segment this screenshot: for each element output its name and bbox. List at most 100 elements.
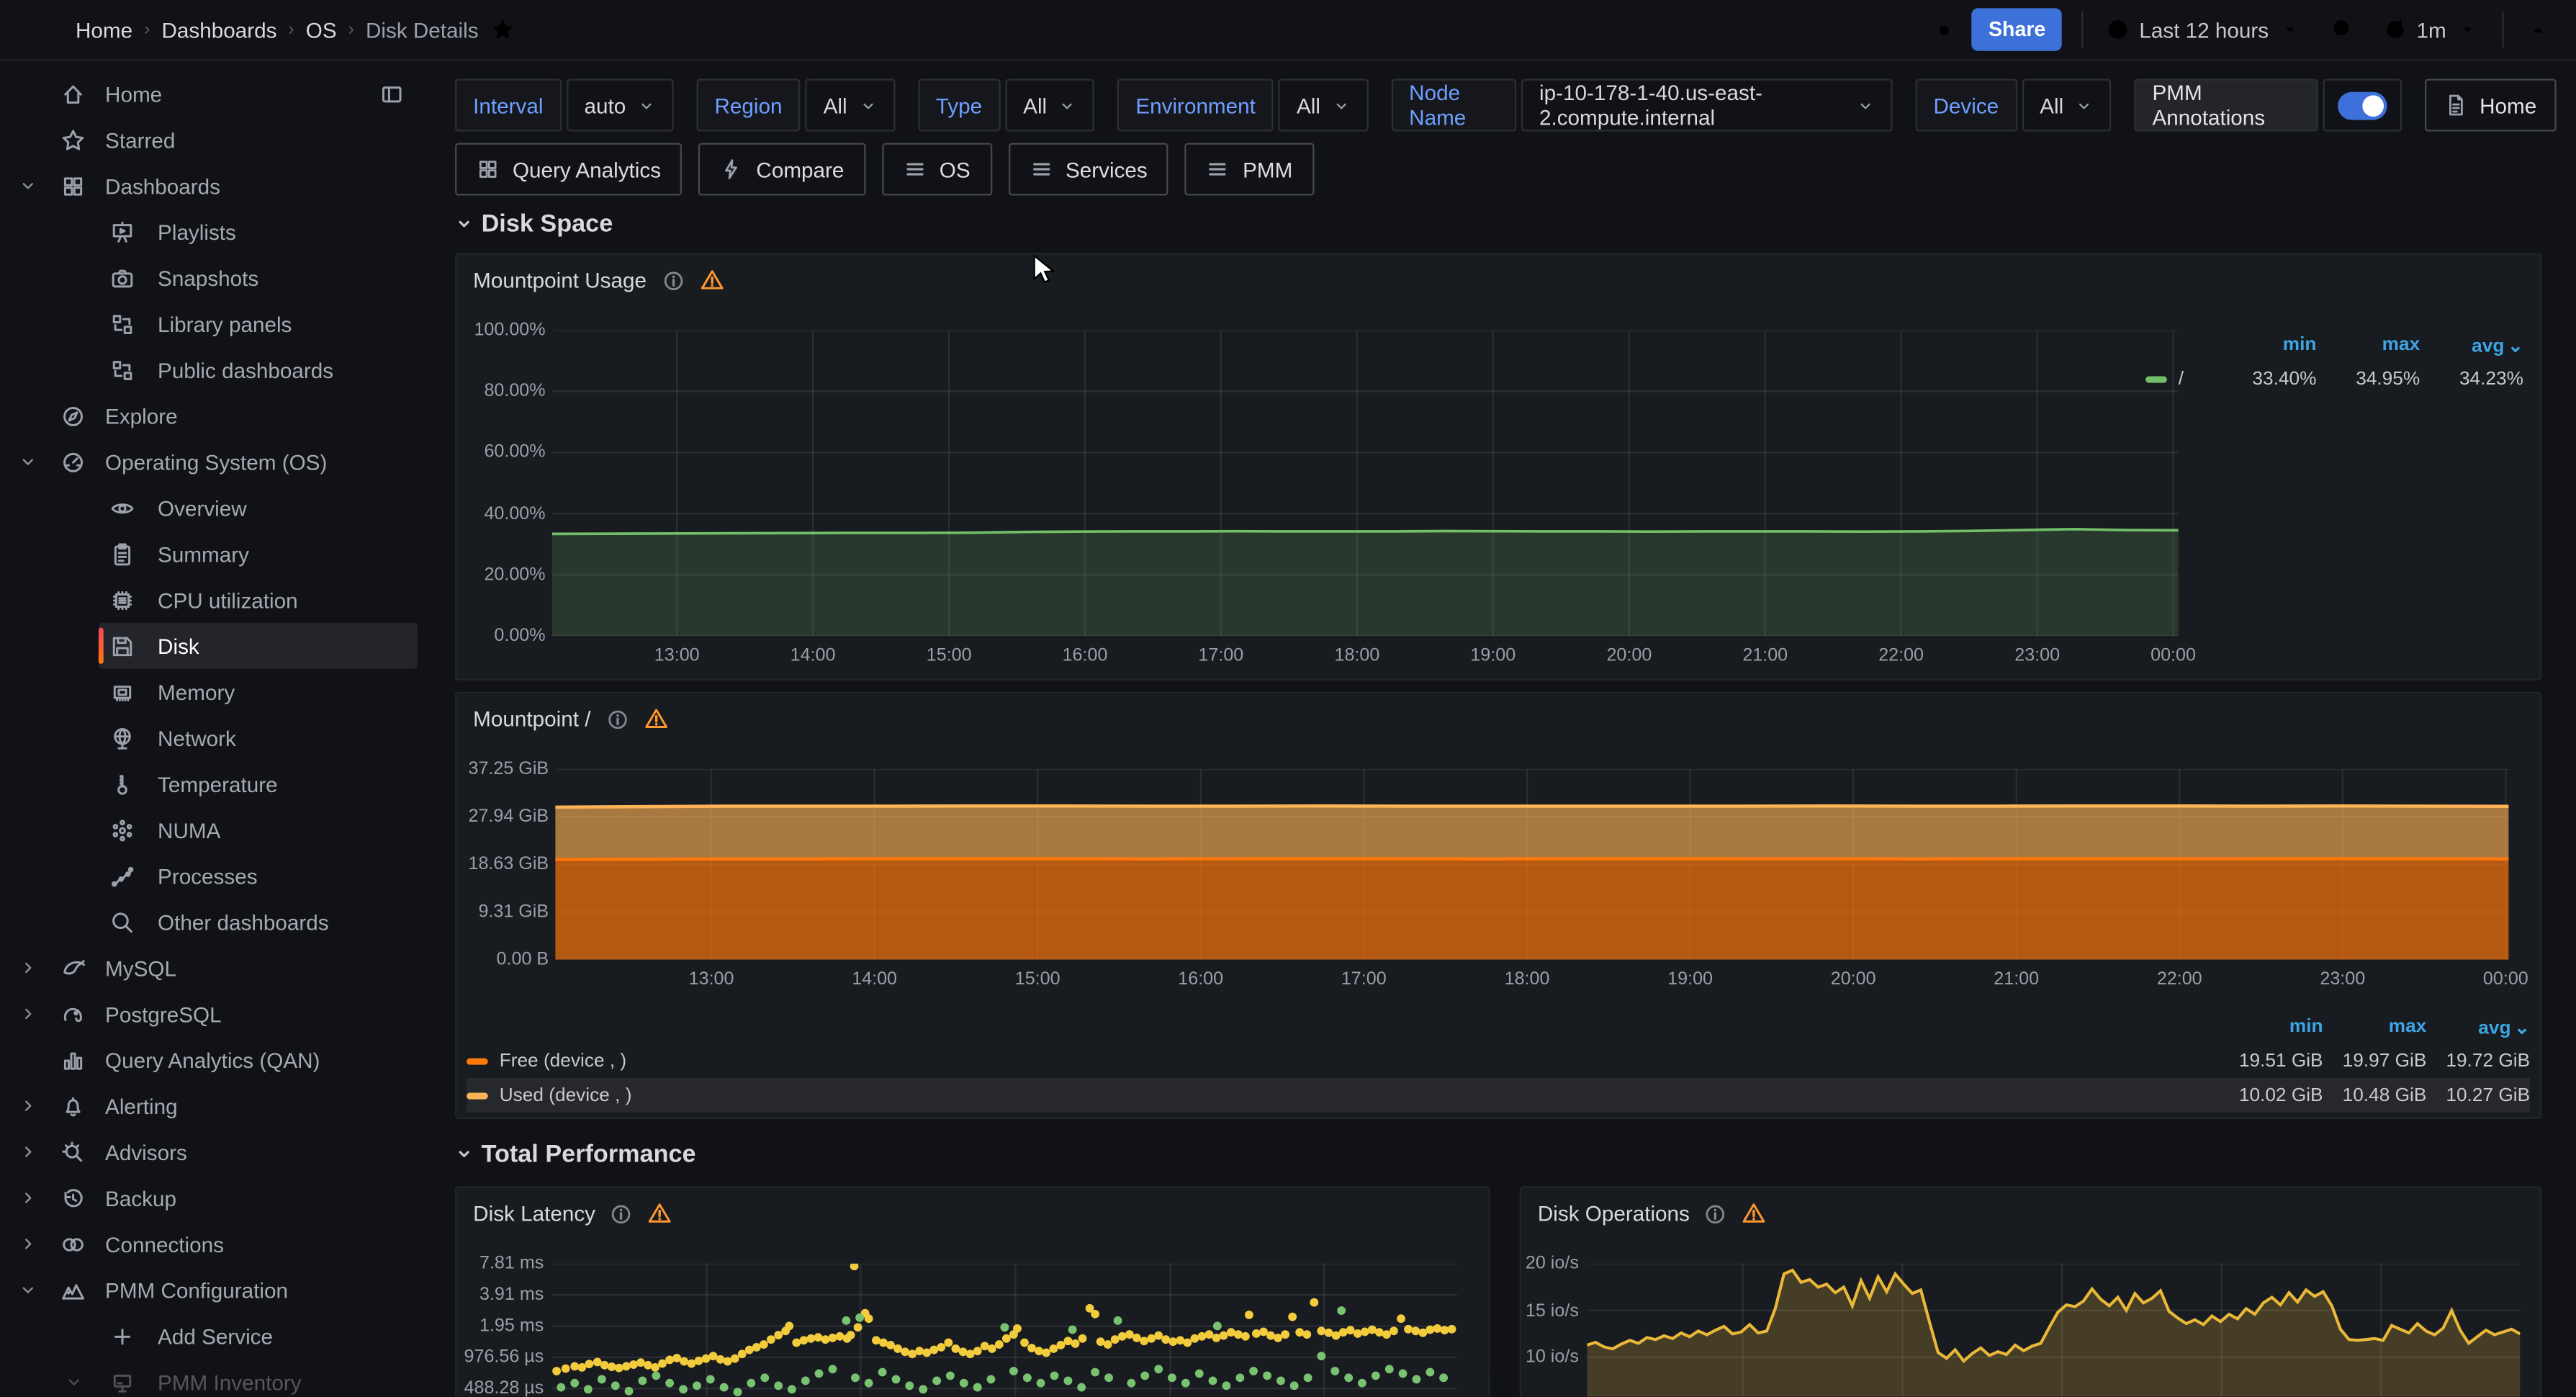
sidebar-item-backup[interactable]: Backup	[0, 1175, 427, 1221]
breadcrumb-item[interactable]: Dashboards	[161, 17, 276, 42]
series-label[interactable]: /	[2179, 369, 2184, 388]
legend-sort-max[interactable]: max	[2316, 334, 2420, 354]
series-label[interactable]: Free (device , )	[500, 1051, 626, 1070]
sidebar-item-memory[interactable]: Memory	[0, 669, 427, 715]
chevron-down-icon[interactable]	[17, 1280, 40, 1300]
chevron-right-icon[interactable]	[17, 1234, 40, 1254]
sidebar-item-playlists[interactable]: Playlists	[0, 209, 427, 255]
filter-label[interactable]: Device	[1915, 79, 2017, 132]
chevron-right-icon[interactable]	[17, 1004, 40, 1023]
collapse-toolbar-chevron-up-icon[interactable]	[2517, 8, 2559, 50]
chevron-down-icon[interactable]	[17, 452, 40, 472]
filter-label[interactable]: Node Name	[1391, 79, 1516, 132]
services-button[interactable]: Services	[1008, 143, 1168, 196]
warning-triangle-icon[interactable]	[648, 1201, 672, 1226]
sidebar-item-processes[interactable]: Processes	[0, 853, 427, 899]
filter-label[interactable]: Region	[696, 79, 800, 132]
legend-row-1[interactable]: /33.40%34.95%34.23%	[2145, 361, 2523, 396]
info-icon[interactable]	[1704, 1202, 1727, 1225]
legend-row-1[interactable]: Free (device , )19.51 GiB19.97 GiB19.72 …	[467, 1043, 2530, 1078]
refresh-interval-value[interactable]: 1m	[2417, 17, 2446, 42]
mountpoint-root-chart[interactable]	[555, 769, 2508, 960]
panel-toggle-icon[interactable]	[379, 81, 404, 106]
sidebar-item-starred[interactable]: Starred	[0, 117, 427, 163]
warning-triangle-icon[interactable]	[1742, 1201, 1767, 1226]
favorite-star-icon[interactable]	[482, 8, 524, 50]
legend-sort-avg[interactable]: avg⌄	[2426, 1015, 2530, 1038]
disk-operations-chart[interactable]	[1587, 1264, 2520, 1397]
info-icon[interactable]	[661, 269, 684, 292]
sidebar-item-advisors[interactable]: Advisors	[0, 1129, 427, 1175]
legend-sort-min[interactable]: min	[2213, 334, 2317, 354]
panel-title[interactable]: Mountpoint Usage	[473, 268, 647, 292]
sidebar-item-summary[interactable]: Summary	[0, 531, 427, 577]
panel-title[interactable]: Mountpoint /	[473, 706, 590, 731]
disk-latency-chart[interactable]	[552, 1264, 1457, 1397]
refresh-interval-chevron-down-icon[interactable]	[2446, 8, 2489, 50]
section-total-performance[interactable]: Total Performance	[455, 1141, 696, 1169]
pmm-annotations-toggle[interactable]	[2323, 79, 2402, 132]
warning-triangle-icon[interactable]	[643, 706, 667, 731]
legend-sort-min[interactable]: min	[2220, 1016, 2323, 1036]
query-analytics-button[interactable]: Query Analytics	[455, 143, 683, 196]
sidebar-item-public-dashboards[interactable]: Public dashboards	[0, 346, 427, 392]
sidebar-item-numa[interactable]: NUMA	[0, 807, 427, 853]
sidebar-item-add-service[interactable]: Add Service	[0, 1313, 427, 1359]
chevron-down-icon[interactable]	[63, 1372, 86, 1391]
sidebar-item-pmm-configuration[interactable]: PMM Configuration	[0, 1267, 427, 1313]
time-range-picker[interactable]: Last 12 hours	[2139, 17, 2269, 42]
sidebar-item-mysql[interactable]: MySQL	[0, 945, 427, 991]
filter-value-dropdown[interactable]: ip-10-178-1-40.us-east-2.compute.interna…	[1521, 79, 1893, 132]
legend-row-2[interactable]: Used (device , )10.02 GiB10.48 GiB10.27 …	[467, 1078, 2530, 1113]
info-icon[interactable]	[611, 1202, 634, 1225]
sidebar-item-explore[interactable]: Explore	[0, 392, 427, 439]
sidebar-item-postgresql[interactable]: PostgreSQL	[0, 991, 427, 1037]
os-button[interactable]: OS	[882, 143, 991, 196]
filter-label[interactable]: Type	[918, 79, 1001, 132]
panel-title[interactable]: Disk Operations	[1538, 1201, 1690, 1226]
chevron-right-icon[interactable]	[17, 1188, 40, 1208]
legend-sort-max[interactable]: max	[2323, 1016, 2427, 1036]
home-dashboard-button[interactable]: Home	[2426, 79, 2557, 132]
series-label[interactable]: Used (device , )	[500, 1085, 632, 1105]
filter-value-dropdown[interactable]: auto	[566, 79, 673, 132]
time-range-clock-icon[interactable]	[2097, 8, 2139, 50]
breadcrumb-item[interactable]: Home	[76, 17, 132, 42]
filter-value-dropdown[interactable]: All	[1005, 79, 1094, 132]
sidebar-item-pmm-inventory[interactable]: PMM Inventory	[0, 1359, 427, 1396]
mountpoint-usage-chart[interactable]	[552, 331, 2179, 636]
sidebar-item-home[interactable]: Home	[0, 71, 427, 117]
sidebar-item-connections[interactable]: Connections	[0, 1221, 427, 1267]
breadcrumb-item[interactable]: Disk Details	[366, 17, 479, 42]
chevron-down-icon[interactable]	[17, 176, 40, 195]
refresh-icon[interactable]	[2374, 8, 2416, 50]
sidebar-item-dashboards[interactable]: Dashboards	[0, 163, 427, 209]
sidebar-item-alerting[interactable]: Alerting	[0, 1083, 427, 1129]
filter-label[interactable]: Interval	[455, 79, 562, 132]
filter-value-dropdown[interactable]: All	[2022, 79, 2111, 132]
chevron-right-icon[interactable]	[17, 1096, 40, 1115]
share-button[interactable]: Share	[1972, 8, 2062, 50]
zoom-out-icon[interactable]	[2321, 8, 2364, 50]
breadcrumb-item[interactable]: OS	[306, 17, 337, 42]
pmm-button[interactable]: PMM	[1185, 143, 1314, 196]
sidebar-item-query-analytics-qan[interactable]: Query Analytics (QAN)	[0, 1037, 427, 1083]
info-icon[interactable]	[605, 707, 629, 730]
chevron-right-icon[interactable]	[17, 958, 40, 977]
sidebar-item-library-panels[interactable]: Library panels	[0, 301, 427, 347]
dashboard-settings-gear-icon[interactable]	[1923, 8, 1965, 50]
warning-triangle-icon[interactable]	[699, 268, 724, 292]
time-range-chevron-down-icon[interactable]	[2269, 8, 2311, 50]
menu-icon[interactable]	[13, 8, 55, 50]
filter-value-dropdown[interactable]: All	[805, 79, 894, 132]
sidebar-item-overview[interactable]: Overview	[0, 485, 427, 531]
chevron-right-icon[interactable]	[17, 1142, 40, 1162]
sidebar-item-cpu-utilization[interactable]: CPU utilization	[0, 577, 427, 623]
sidebar-item-other-dashboards[interactable]: Other dashboards	[0, 899, 427, 945]
legend-sort-avg[interactable]: avg⌄	[2420, 333, 2523, 356]
sidebar-item-operating-system-os[interactable]: Operating System (OS)	[0, 439, 427, 485]
sidebar-item-disk[interactable]: Disk	[0, 623, 427, 669]
compare-button[interactable]: Compare	[699, 143, 866, 196]
filter-label[interactable]: Environment	[1117, 79, 1274, 132]
sidebar-item-temperature[interactable]: Temperature	[0, 761, 427, 807]
